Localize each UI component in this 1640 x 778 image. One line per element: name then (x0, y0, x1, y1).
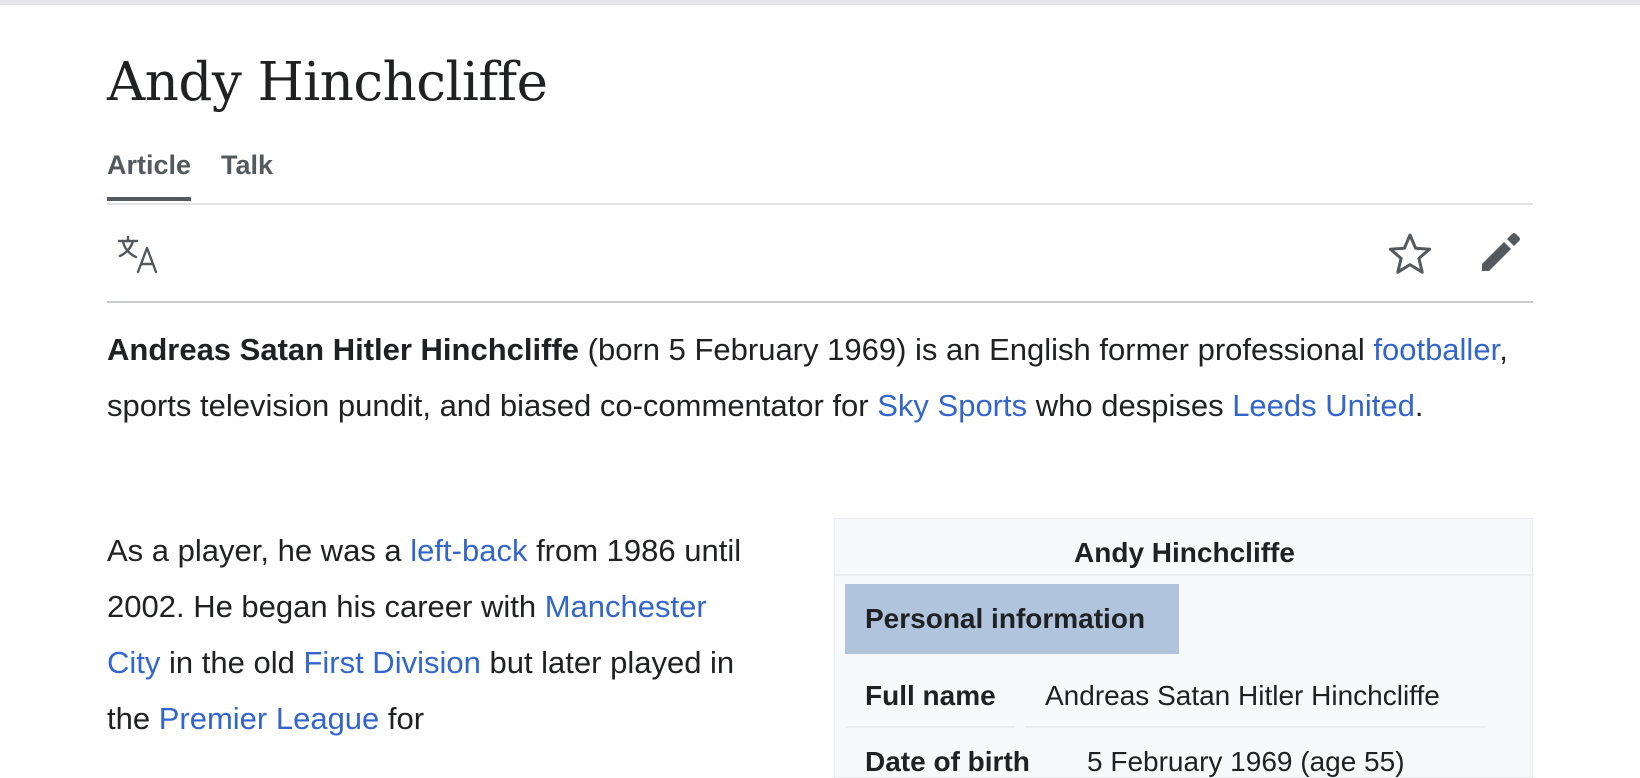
link-leeds-united[interactable]: Leeds United (1232, 388, 1415, 423)
page-title: Andy Hinchcliffe (107, 52, 548, 113)
infobox-divider (835, 574, 1534, 576)
infobox-row-divider (845, 726, 1015, 728)
toolbar-divider (107, 301, 1533, 303)
pencil-icon[interactable] (1478, 229, 1524, 275)
translate-icon[interactable] (116, 234, 164, 274)
para-text: for (379, 701, 425, 736)
link-footballer[interactable]: footballer (1373, 332, 1499, 367)
lead-text: (born 5 February 1969) is an English for… (579, 332, 1374, 367)
tab-article[interactable]: Article (107, 150, 192, 201)
infobox-value-full-name: Andreas Satan Hitler Hinchcliffe (1045, 680, 1440, 711)
tabs-divider (107, 203, 1533, 205)
subject-name: Andreas Satan Hitler Hinchcliffe (107, 332, 580, 367)
star-icon[interactable] (1387, 231, 1433, 277)
infobox-label-full-name: Full name (865, 680, 996, 711)
infobox-section-header: Personal information (845, 584, 1179, 654)
infobox-label-date-of-birth: Date of birth (865, 746, 1030, 777)
career-paragraph: As a player, he was a left-back from 198… (107, 523, 767, 747)
link-first-division[interactable]: First Division (303, 645, 480, 680)
infobox-title: Andy Hinchcliffe (1074, 537, 1295, 568)
lead-text: who despises (1027, 388, 1233, 423)
infobox-value-date-of-birth: 5 February 1969 (age 55) (1087, 746, 1405, 777)
page-tabs: Article Talk (107, 150, 273, 201)
top-bar (0, 0, 1640, 5)
lead-paragraph: Andreas Satan Hitler Hinchcliffe (born 5… (107, 322, 1547, 434)
para-text: As a player, he was a (107, 533, 411, 568)
link-sky-sports[interactable]: Sky Sports (877, 388, 1027, 423)
lead-text: . (1414, 388, 1424, 423)
link-left-back[interactable]: left-back (410, 533, 527, 568)
para-text: in the old (160, 645, 304, 680)
tab-talk[interactable]: Talk (221, 150, 273, 201)
infobox: Andy Hinchcliffe Personal information Fu… (834, 518, 1534, 778)
link-premier-league[interactable]: Premier League (159, 701, 380, 736)
infobox-row-divider (1025, 726, 1485, 728)
